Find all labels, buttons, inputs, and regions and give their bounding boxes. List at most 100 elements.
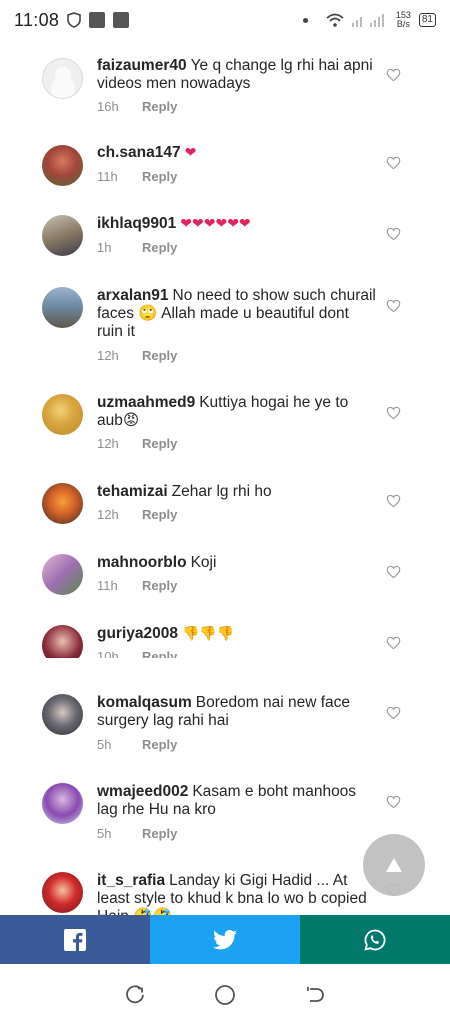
comment-meta: 11h Reply — [97, 169, 177, 184]
comment-time: 12h — [97, 507, 119, 522]
comment-username[interactable]: komalqasum — [97, 694, 192, 711]
twitter-share-button[interactable] — [150, 915, 300, 964]
avatar[interactable] — [42, 625, 83, 658]
comment-meta: 5h Reply — [97, 826, 177, 841]
heart-outline-icon[interactable] — [386, 795, 401, 809]
heart-outline-icon[interactable] — [386, 494, 401, 508]
comment-username[interactable]: arxalan91 — [97, 287, 169, 304]
comment-username[interactable]: guriya2008 — [97, 625, 178, 642]
comment-username[interactable]: ikhlaq9901 — [97, 215, 176, 232]
comment-body: ikhlaq9901 ❤❤❤❤❤❤ — [97, 215, 377, 233]
reply-button[interactable]: Reply — [142, 436, 177, 451]
heart-outline-icon[interactable] — [386, 406, 401, 420]
comment-body: komalqasum Boredom nai new face surgery l… — [97, 694, 377, 730]
back-icon[interactable] — [304, 984, 326, 1006]
home-circle-icon[interactable] — [214, 984, 236, 1006]
comment-time: 16h — [97, 99, 119, 114]
avatar[interactable] — [42, 872, 83, 913]
whatsapp-icon — [364, 929, 386, 951]
comment-username[interactable]: uzmaahmed9 — [97, 394, 195, 411]
shield-icon — [67, 12, 82, 28]
avatar[interactable] — [42, 483, 83, 524]
comment-body: wmajeed002 Kasam e boht manhoos lag rhe H… — [97, 783, 377, 819]
comment-item: guriya2008 👎👎👎 10h Reply — [0, 625, 450, 658]
comment-meta: 11h Reply — [97, 578, 177, 593]
reply-button[interactable]: Reply — [142, 826, 177, 841]
comment-text: ❤❤❤❤❤❤ — [180, 216, 251, 232]
reply-button[interactable]: Reply — [142, 240, 177, 255]
comment-username[interactable]: mahnoorblo — [97, 554, 187, 571]
reply-button[interactable]: Reply — [142, 348, 177, 363]
network-speed: 153 B/s — [396, 11, 411, 29]
comment-item: uzmaahmed9 Kuttiya hogai he ye to aub😡 12… — [0, 394, 450, 465]
comment-time: 11h — [97, 578, 118, 593]
comment-body: mahnoorblo Koji — [97, 554, 377, 572]
comment-time: 5h — [97, 737, 112, 752]
facebook-share-button[interactable] — [0, 915, 150, 964]
comment-body: faizaumer40 Ye q change lg rhi hai apni v… — [97, 57, 377, 93]
heart-outline-icon[interactable] — [386, 565, 401, 579]
comment-time: 12h — [97, 348, 119, 363]
comment-username[interactable]: tehamizai — [97, 483, 168, 500]
comment-time: 11h — [97, 169, 118, 184]
comment-username[interactable]: it_s_rafia — [97, 872, 165, 889]
comment-meta: 12h Reply — [97, 348, 177, 363]
comment-username[interactable]: wmajeed002 — [97, 783, 188, 800]
heart-outline-icon[interactable] — [386, 299, 401, 313]
avatar[interactable] — [42, 215, 83, 256]
heart-outline-icon[interactable] — [386, 636, 401, 650]
scroll-to-top-button[interactable] — [363, 834, 425, 896]
comment-meta: 10h Reply — [97, 649, 177, 658]
reply-button[interactable]: Reply — [142, 99, 177, 114]
comment-meta: 1h Reply — [97, 240, 177, 255]
facebook-icon — [64, 928, 86, 951]
wifi-icon — [326, 13, 344, 27]
whatsapp-share-button[interactable] — [300, 915, 450, 964]
recent-apps-icon[interactable] — [124, 984, 146, 1006]
reply-button[interactable]: Reply — [142, 169, 177, 184]
comment-item: ch.sana147 ❤ 11h Reply — [0, 144, 450, 216]
comment-time: 5h — [97, 826, 112, 841]
heart-outline-icon[interactable] — [386, 227, 401, 241]
avatar[interactable] — [42, 783, 83, 824]
comment-body: ch.sana147 ❤ — [97, 144, 377, 162]
comment-text: 👎👎👎 — [182, 626, 235, 642]
reply-button[interactable]: Reply — [142, 578, 177, 593]
comment-time: 12h — [97, 436, 119, 451]
battery-icon: 81 — [418, 13, 436, 27]
comment-item: komalqasum Boredom nai new face surgery l… — [0, 694, 450, 765]
comment-text: Zehar lg rhi ho — [171, 483, 272, 500]
comment-body: it_s_rafia Landay ki Gigi Hadid ... At le… — [97, 872, 377, 915]
comment-username[interactable]: ch.sana147 — [97, 144, 181, 161]
signal-icon — [351, 14, 384, 27]
comment-item: ikhlaq9901 ❤❤❤❤❤❤ 1h Reply — [0, 215, 450, 286]
comment-text: Koji — [190, 554, 217, 571]
comment-item: tehamizai Zehar lg rhi ho 12h Reply — [0, 483, 450, 554]
dot-indicator-icon — [302, 17, 308, 23]
comment-body: guriya2008 👎👎👎 — [97, 625, 377, 643]
avatar[interactable] — [42, 394, 83, 435]
system-navigation-bar — [0, 965, 450, 1025]
heart-outline-icon[interactable] — [386, 68, 401, 82]
avatar[interactable] — [42, 145, 83, 186]
notification-icon — [89, 12, 106, 28]
comment-body: uzmaahmed9 Kuttiya hogai he ye to aub😡 — [97, 394, 377, 430]
avatar[interactable] — [42, 58, 83, 99]
comment-item: arxalan91 No need to show such churail fa… — [0, 287, 450, 363]
arrow-up-icon — [386, 858, 402, 872]
heart-outline-icon[interactable] — [386, 706, 401, 720]
comment-text: ❤ — [184, 145, 197, 161]
status-time: 11:08 — [14, 9, 60, 30]
reply-button[interactable]: Reply — [142, 649, 177, 658]
network-speed-unit: B/s — [396, 19, 410, 29]
comment-body: arxalan91 No need to show such churail fa… — [97, 287, 377, 341]
comment-username[interactable]: faizaumer40 — [97, 57, 187, 74]
twitter-icon — [213, 929, 237, 949]
comment-meta: 12h Reply — [97, 507, 177, 522]
heart-outline-icon[interactable] — [386, 156, 401, 170]
avatar[interactable] — [42, 554, 83, 595]
reply-button[interactable]: Reply — [142, 737, 177, 752]
avatar[interactable] — [42, 694, 83, 735]
reply-button[interactable]: Reply — [142, 507, 177, 522]
avatar[interactable] — [42, 287, 83, 328]
